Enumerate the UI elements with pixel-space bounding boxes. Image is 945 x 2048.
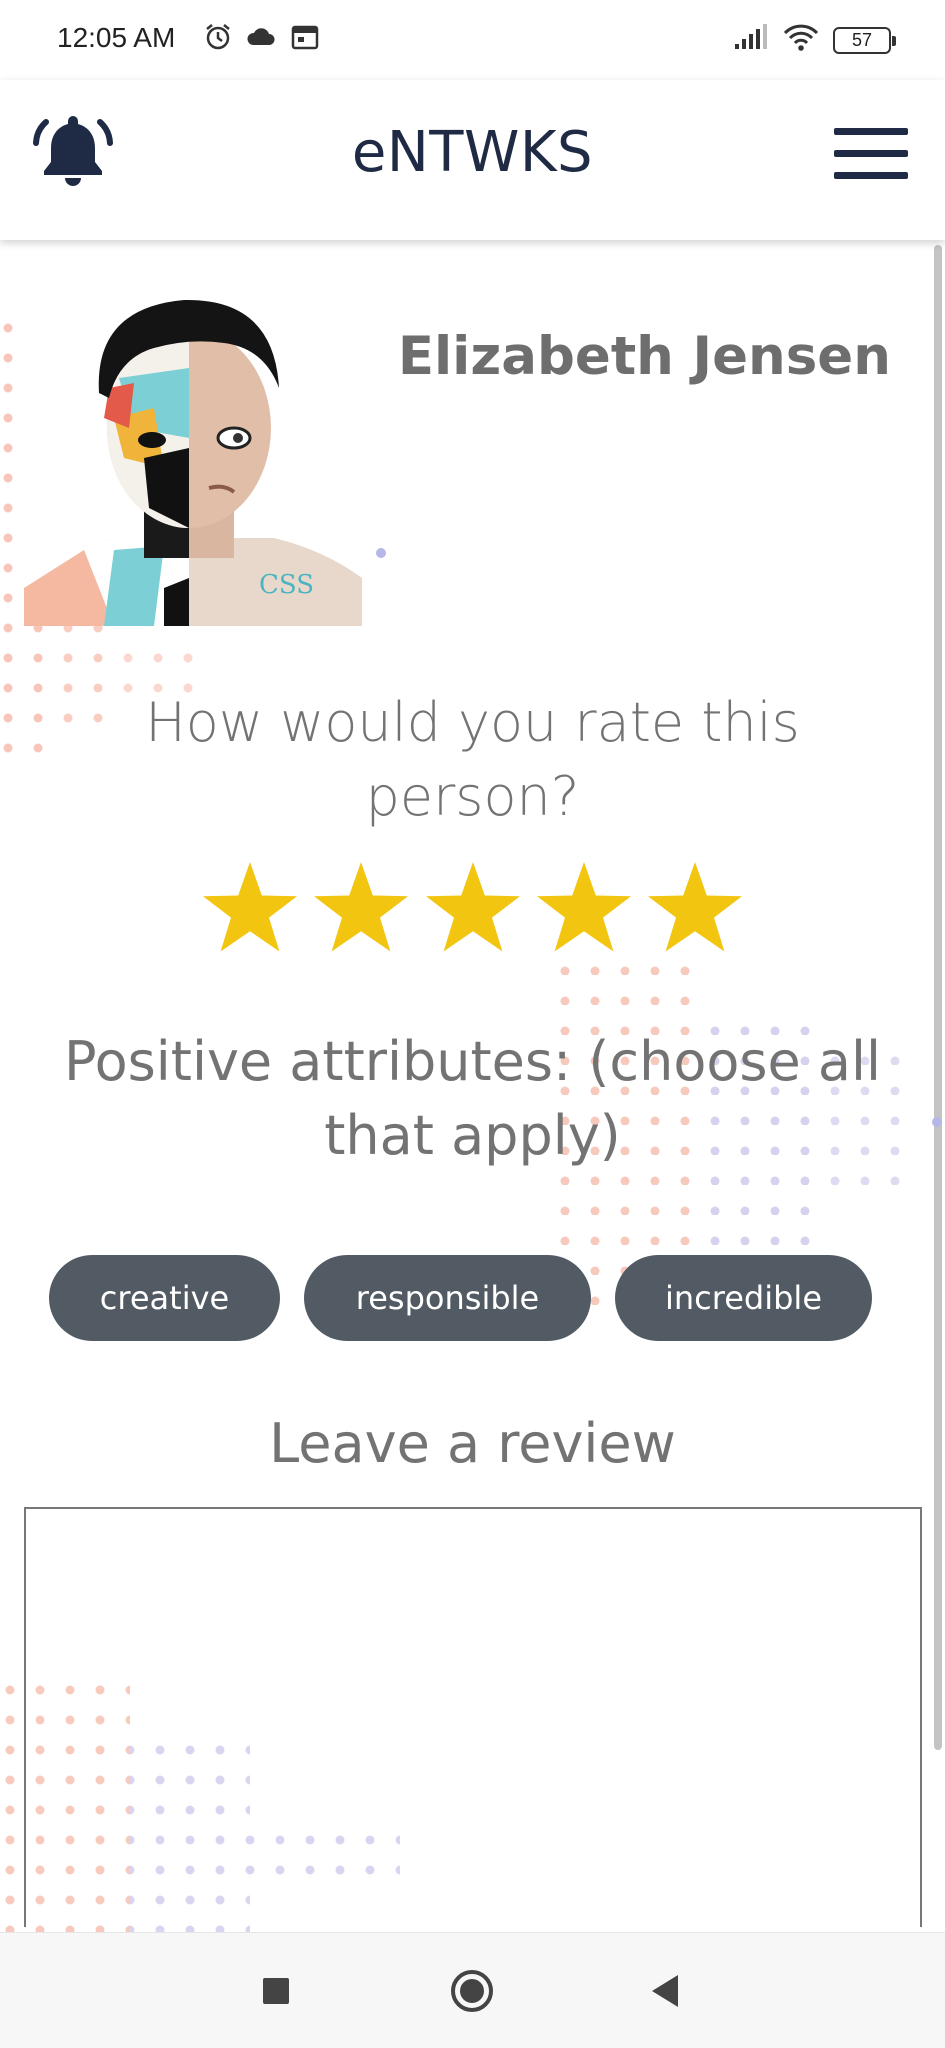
attributes-heading: Positive attributes: (choose all that ap… <box>63 1030 882 1167</box>
signal-icon <box>735 24 767 49</box>
wifi-icon <box>783 24 819 51</box>
review-heading: Leave a review <box>269 1412 676 1475</box>
person-name: Elizabeth Jensen <box>397 326 891 387</box>
star-icon[interactable] <box>645 858 745 958</box>
alarm-icon <box>206 24 230 50</box>
system-nav-bar <box>0 1932 945 2048</box>
battery-indicator: 57 <box>833 27 896 54</box>
attribute-chips: creative responsible incredible <box>49 1255 874 1341</box>
chip-responsible[interactable]: responsible <box>304 1255 591 1341</box>
scrollbar[interactable] <box>934 245 942 1750</box>
back-icon[interactable] <box>638 1963 694 2019</box>
svg-text:CSS: CSS <box>259 570 314 600</box>
star-icon[interactable] <box>423 858 523 958</box>
home-icon[interactable] <box>444 1963 500 2019</box>
status-bar: 12:05 AM 57 <box>0 0 945 80</box>
star-icon[interactable] <box>534 858 634 958</box>
calendar-icon <box>291 25 319 50</box>
hamburger-menu-icon[interactable] <box>834 124 910 184</box>
star-icon[interactable] <box>200 858 300 958</box>
recent-apps-icon[interactable] <box>248 1963 304 2019</box>
avatar: CSS <box>24 288 362 626</box>
app-header: eNTWKS <box>0 80 945 240</box>
app-title: eNTWKS <box>351 120 594 185</box>
review-textarea[interactable] <box>24 1507 922 1927</box>
star-rating[interactable] <box>200 858 745 958</box>
cloud-icon <box>247 28 275 45</box>
chip-incredible[interactable]: incredible <box>615 1255 872 1341</box>
status-time: 12:05 AM <box>57 22 176 53</box>
star-icon[interactable] <box>311 858 411 958</box>
chip-creative[interactable]: creative <box>49 1255 280 1341</box>
rating-question: How would you rate this person? <box>145 691 800 828</box>
